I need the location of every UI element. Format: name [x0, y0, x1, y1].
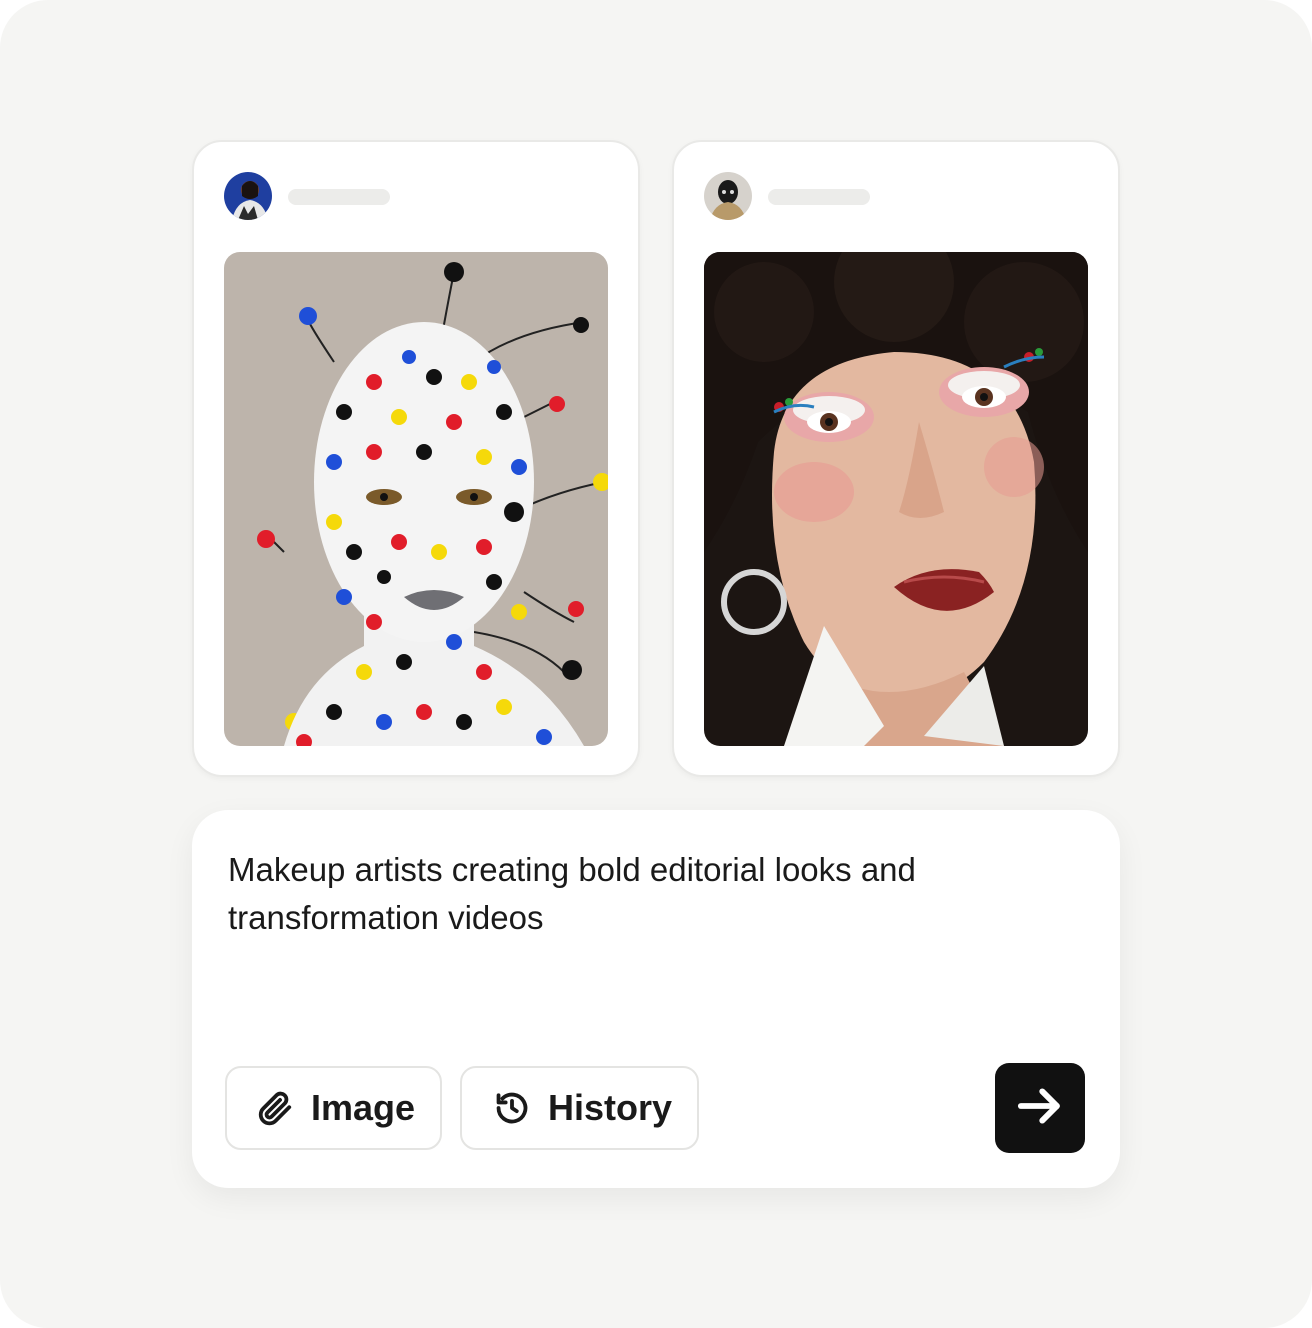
post-card[interactable]: [672, 140, 1120, 777]
arrow-right-icon: [1013, 1079, 1067, 1138]
user-avatar-photo-icon: [704, 172, 752, 220]
username-placeholder: [768, 189, 870, 205]
history-button-label: History: [548, 1087, 673, 1128]
image-button[interactable]: Image: [225, 1066, 442, 1150]
history-clock-icon: [492, 1088, 532, 1128]
editorial-eye-makeup-portrait-icon: [704, 252, 1088, 746]
username-placeholder: [288, 189, 390, 205]
send-button[interactable]: [995, 1063, 1085, 1153]
image-button-label: Image: [311, 1087, 416, 1128]
polka-dot-body-paint-portrait-icon: [224, 252, 608, 746]
history-button[interactable]: History: [460, 1066, 699, 1150]
app-frame: Makeup artists creating bold editorial l…: [0, 0, 1312, 1328]
avatar[interactable]: [224, 172, 272, 220]
post-photo[interactable]: [224, 252, 608, 746]
user-avatar-photo-icon: [224, 172, 272, 220]
prompt-text[interactable]: Makeup artists creating bold editorial l…: [228, 846, 988, 942]
paperclip-icon: [255, 1088, 295, 1128]
avatar[interactable]: [704, 172, 752, 220]
post-photo[interactable]: [704, 252, 1088, 746]
prompt-box[interactable]: Makeup artists creating bold editorial l…: [192, 810, 1120, 1188]
post-card[interactable]: [192, 140, 640, 777]
